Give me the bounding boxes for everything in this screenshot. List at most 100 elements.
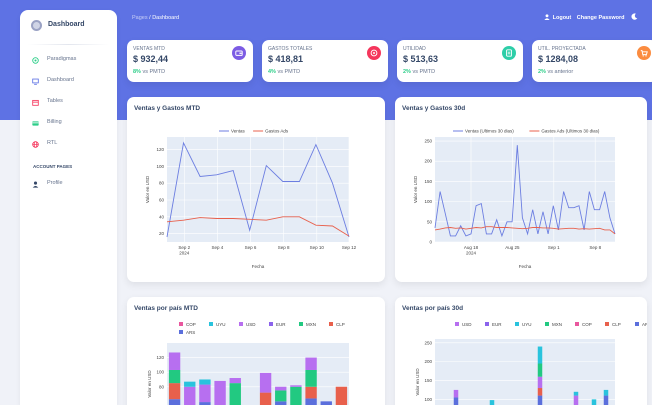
sidebar-item-paradigmas[interactable]: Paradigmas — [30, 54, 110, 68]
sidebar-item-profile[interactable]: Profile — [30, 178, 110, 192]
breadcrumb-separator: / — [149, 15, 151, 21]
legend-swatch — [269, 322, 273, 326]
world-icon — [32, 141, 39, 148]
sidebar-item-dashboard[interactable]: Dashboard — [30, 75, 110, 89]
legend-swatch — [179, 330, 183, 334]
sidebar-item-label: Paradigmas — [47, 56, 77, 62]
bar-chart-pais-30d[interactable]: 100 150 200 250 USD EUR UYU MXN COP CLP ARS Valor e… — [395, 297, 647, 405]
bar-segment — [335, 386, 348, 405]
monitor-icon — [32, 78, 39, 85]
stat-change: 4% vs PMTD — [268, 69, 300, 75]
line-chart-30d[interactable]: 0 50 100 150 200 250 Aug 18 2024 Aug 25 Sep 1 Sep … — [395, 97, 647, 282]
bar-segment — [214, 380, 226, 405]
x-tick-label: Aug 25 — [505, 245, 520, 250]
legend-label: USD — [246, 322, 256, 327]
bar-segment — [537, 363, 543, 377]
line-chart-mtd[interactable]: 20 40 60 80 100 120 Sep 2 2024 Sep 4 Sep 6 Sep 8 Se… — [127, 97, 385, 282]
breadcrumb-current: Dashboard — [152, 15, 180, 21]
legend-swatch — [239, 322, 243, 326]
bar-segment — [573, 395, 579, 405]
credit-card-icon — [32, 121, 39, 126]
legend-label: Gastos Ads — [265, 129, 289, 134]
y-tick-label: 100 — [424, 397, 432, 402]
stat-value: $ 932,44 — [133, 54, 169, 64]
sidebar: Dashboard Paradigmas Dashboard Tables Bi… — [20, 10, 117, 405]
sidebar-item-tables[interactable]: Tables — [30, 96, 110, 110]
legend-swatch — [575, 322, 579, 326]
bar-segment — [259, 392, 272, 405]
sidebar-divider — [28, 44, 109, 45]
bar-segment — [305, 357, 317, 370]
breadcrumb-parent[interactable]: Pages — [132, 15, 148, 21]
brand-title: Dashboard — [48, 21, 85, 28]
user-icon — [544, 14, 550, 20]
bar-segment — [168, 399, 181, 405]
legend-swatch — [515, 322, 519, 326]
legend-swatch — [329, 322, 333, 326]
x-tick-label: Sep 8 — [278, 245, 290, 250]
y-tick-label: 0 — [429, 240, 432, 245]
y-tick-label: 100 — [424, 199, 432, 204]
card-ventas-gastos-30d: Ventas y Gastos 30d 0 50 100 150 200 250 Aug 1… — [395, 97, 647, 282]
legend-swatch — [485, 322, 489, 326]
wallet-icon — [232, 46, 246, 60]
x-tick-label: Sep 1 — [548, 245, 560, 250]
bar-segment — [573, 391, 579, 396]
y-tick-label: 100 — [156, 164, 164, 169]
bar-segment — [168, 369, 181, 384]
plot-area — [167, 137, 349, 242]
sidebar-item-label: Billing — [47, 119, 62, 125]
top-actions: Logout Change Password — [544, 13, 638, 21]
legend-swatch — [545, 322, 549, 326]
y-tick-label: 100 — [156, 370, 164, 375]
y-tick-label: 150 — [424, 179, 432, 184]
y-tick-label: 150 — [424, 378, 432, 383]
legend-label: UYU — [522, 322, 532, 327]
globe-icon — [367, 46, 381, 60]
stat-label: GASTOS TOTALES — [268, 46, 313, 52]
card-ventas-pais-30d: Ventas por país 30d 100 150 200 250 USD EUR UY… — [395, 297, 647, 405]
card-ventas-pais-mtd: Ventas por país MTD 80 100 120 COP UYU USD EUR… — [127, 297, 385, 405]
bar-segment — [305, 386, 317, 399]
logout-link[interactable]: Logout — [553, 15, 572, 21]
bar-segment — [259, 372, 272, 393]
brand[interactable]: Dashboard — [20, 10, 117, 42]
sidebar-item-rtl[interactable]: RTL — [30, 138, 110, 152]
stat-card-ventas: VENTAS MTD $ 932,44 8% vs PMTD — [127, 40, 253, 82]
user-icon — [32, 181, 39, 188]
legend-label: Gastos Ads (Ultimos 30 dias) — [541, 129, 600, 134]
change-password-link[interactable]: Change Password — [577, 15, 625, 21]
legend-swatch — [455, 322, 459, 326]
y-tick-label: 40 — [159, 214, 165, 219]
bar-segment — [305, 369, 317, 387]
sidebar-item-billing[interactable]: Billing — [30, 117, 110, 131]
sidebar-item-label: Tables — [47, 98, 63, 104]
stat-label: UTIL. PROYECTADA — [538, 46, 586, 52]
legend-label: COP — [186, 322, 196, 327]
y-axis-title: Valor en USD — [415, 368, 420, 396]
y-tick-label: 250 — [424, 139, 432, 144]
y-axis-title: Valor en USD — [413, 175, 418, 203]
bar-segment — [320, 401, 332, 405]
y-tick-label: 200 — [424, 159, 432, 164]
x-tick-label: Sep 4 — [212, 245, 224, 250]
dark-mode-moon-icon[interactable] — [631, 13, 638, 20]
y-tick-label: 60 — [159, 198, 165, 203]
bar-segment — [275, 390, 287, 402]
x-tick-label: Sep 12 — [342, 245, 357, 250]
bar-segment — [489, 400, 495, 405]
stat-change-pct: 4% — [268, 69, 276, 75]
legend-label: EUR — [276, 322, 286, 327]
legend-swatch — [635, 322, 639, 326]
bar-segment — [275, 386, 287, 391]
stat-card-utilidad: UTILIDAD $ 513,63 2% vs PMTD — [397, 40, 523, 82]
sidebar-item-label: RTL — [47, 140, 58, 146]
bar-segment — [199, 379, 211, 385]
y-tick-label: 250 — [424, 340, 432, 345]
bar-chart-pais-mtd[interactable]: 80 100 120 COP UYU USD EUR MXN CLP ARS Valor en US… — [127, 297, 385, 405]
bar-segment — [453, 397, 459, 405]
bar-segment — [229, 378, 241, 384]
legend-label: CLP — [612, 322, 621, 327]
stat-change-pct: 2% — [538, 69, 546, 75]
bar-segment — [168, 383, 181, 400]
